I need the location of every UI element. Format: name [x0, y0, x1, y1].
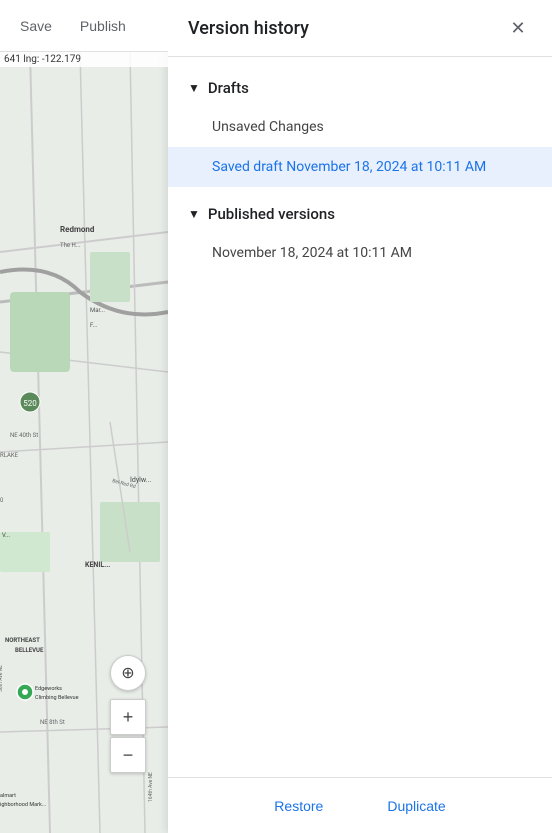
svg-text:164th Ave NE: 164th Ave NE — [148, 772, 154, 802]
panel-footer: Restore Duplicate — [168, 777, 552, 833]
svg-text:V...: V... — [2, 532, 10, 539]
svg-text:NORTHEAST: NORTHEAST — [5, 637, 40, 644]
svg-text:BELLEVUE: BELLEVUE — [15, 647, 44, 654]
published-section-title: Published versions — [208, 205, 335, 223]
drafts-section-header[interactable]: ▼ Drafts — [168, 69, 552, 107]
svg-text:520: 520 — [23, 399, 37, 408]
version-history-panel: Version history ✕ ▼ Drafts Unsaved Chang… — [168, 0, 552, 833]
close-icon: ✕ — [510, 18, 525, 39]
svg-text:NE 8th St: NE 8th St — [40, 719, 65, 726]
drafts-arrow-icon: ▼ — [188, 81, 200, 95]
map-toolbar: Save Publish — [0, 0, 168, 52]
location-icon: ⊕ — [121, 663, 134, 683]
unsaved-changes-item[interactable]: Unsaved Changes — [168, 107, 552, 147]
save-button[interactable]: Save — [8, 12, 64, 40]
svg-text:The H...: The H... — [60, 242, 81, 249]
coordinates-bar: 641 lng: -122.179 — [0, 52, 168, 67]
zoom-out-button[interactable]: − — [110, 737, 146, 773]
svg-text:Climbing Bellevue: Climbing Bellevue — [35, 695, 79, 701]
drafts-section-title: Drafts — [208, 79, 249, 97]
zoom-in-button[interactable]: + — [110, 699, 146, 735]
panel-content: ▼ Drafts Unsaved Changes Saved draft Nov… — [168, 57, 552, 777]
close-button[interactable]: ✕ — [504, 14, 532, 42]
svg-text:KENIL...: KENIL... — [85, 561, 110, 569]
panel-title: Version history — [188, 18, 309, 39]
published-arrow-icon: ▼ — [188, 207, 200, 221]
svg-text:NE 40th St: NE 40th St — [10, 432, 38, 439]
location-button[interactable]: ⊕ — [110, 655, 146, 691]
svg-text:Mar...: Mar... — [90, 307, 105, 314]
map-controls: ⊕ + − — [110, 655, 146, 773]
svg-text:RLAKE: RLAKE — [0, 452, 19, 459]
svg-text:56th Ave NE: 56th Ave NE — [0, 665, 4, 692]
svg-text:F...: F... — [90, 322, 98, 329]
svg-text:Redmond: Redmond — [60, 225, 95, 234]
svg-text:almart: almart — [0, 793, 16, 799]
published-version-item[interactable]: November 18, 2024 at 10:11 AM — [168, 233, 552, 273]
panel-header: Version history ✕ — [168, 0, 552, 57]
svg-text:ighborhood Mark...: ighborhood Mark... — [0, 802, 46, 808]
restore-button[interactable]: Restore — [262, 792, 335, 820]
saved-draft-item[interactable]: Saved draft November 18, 2024 at 10:11 A… — [168, 147, 552, 187]
svg-text:Idylw...: Idylw... — [130, 476, 151, 484]
duplicate-button[interactable]: Duplicate — [375, 792, 457, 820]
published-section-header[interactable]: ▼ Published versions — [168, 195, 552, 233]
map-panel: Save Publish 641 lng: -122.179 520 Redmo… — [0, 0, 168, 833]
zoom-out-icon: − — [123, 745, 134, 766]
publish-button[interactable]: Publish — [68, 12, 138, 40]
svg-text:Edgeworks: Edgeworks — [35, 686, 62, 692]
zoom-in-icon: + — [123, 707, 134, 728]
